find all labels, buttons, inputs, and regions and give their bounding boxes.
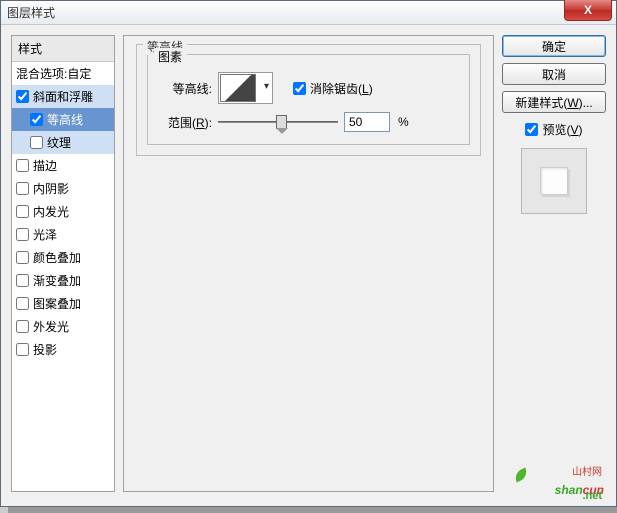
sidebar-item-0[interactable]: 斜面和浮雕 bbox=[12, 85, 114, 108]
sidebar-item-11[interactable]: 投影 bbox=[12, 338, 114, 361]
cancel-button[interactable]: 取消 bbox=[502, 63, 606, 85]
sidebar-item-10[interactable]: 外发光 bbox=[12, 315, 114, 338]
sidebar-item-label: 描边 bbox=[33, 157, 57, 174]
contour-group: 等高线 图素 等高线: 消除锯齿(L) bbox=[136, 44, 481, 156]
sidebar-header[interactable]: 样式 bbox=[12, 36, 114, 62]
sidebar-item-label: 内阴影 bbox=[33, 180, 69, 197]
sidebar-item-label: 混合选项:自定 bbox=[16, 65, 91, 82]
dialog-body: 样式 混合选项:自定 斜面和浮雕等高线纹理描边内阴影内发光光泽颜色叠加渐变叠加图… bbox=[1, 25, 616, 506]
sidebar-item-label: 光泽 bbox=[33, 226, 57, 243]
sidebar-item-label: 外发光 bbox=[33, 318, 69, 335]
sidebar-checkbox[interactable] bbox=[16, 274, 29, 287]
right-column: 确定 取消 新建样式(W)... 预览(V) bbox=[502, 35, 606, 492]
range-unit: % bbox=[398, 115, 409, 129]
sidebar-item-7[interactable]: 颜色叠加 bbox=[12, 246, 114, 269]
layer-style-dialog: 图层样式 X 样式 混合选项:自定 斜面和浮雕等高线纹理描边内阴影内发光光泽颜色… bbox=[0, 0, 617, 507]
contour-thumb-icon bbox=[220, 74, 256, 102]
sidebar-checkbox[interactable] bbox=[16, 90, 29, 103]
close-button[interactable]: X bbox=[564, 0, 612, 21]
new-style-button[interactable]: 新建样式(W)... bbox=[502, 91, 606, 113]
sidebar-item-6[interactable]: 光泽 bbox=[12, 223, 114, 246]
window-title: 图层样式 bbox=[7, 4, 55, 21]
sidebar-checkbox[interactable] bbox=[16, 182, 29, 195]
sidebar-item-1[interactable]: 等高线 bbox=[12, 108, 114, 131]
sidebar-item-label: 等高线 bbox=[47, 111, 83, 128]
sidebar-item-blend-options[interactable]: 混合选项:自定 bbox=[12, 62, 114, 85]
sidebar-checkbox[interactable] bbox=[16, 159, 29, 172]
antialias-checkbox[interactable]: 消除锯齿(L) bbox=[293, 80, 373, 97]
sidebar-item-8[interactable]: 渐变叠加 bbox=[12, 269, 114, 292]
close-icon: X bbox=[584, 3, 592, 17]
sidebar-item-label: 渐变叠加 bbox=[33, 272, 81, 289]
range-input[interactable] bbox=[344, 112, 390, 132]
antialias-input[interactable] bbox=[293, 82, 306, 95]
sidebar-item-9[interactable]: 图案叠加 bbox=[12, 292, 114, 315]
sidebar-item-label: 纹理 bbox=[47, 134, 71, 151]
elements-group: 图素 等高线: 消除锯齿(L) bbox=[147, 54, 470, 145]
sidebar-checkbox[interactable] bbox=[16, 320, 29, 333]
range-row: 范围(R): % bbox=[158, 112, 459, 132]
watermark-sub: 山村网 bbox=[572, 463, 602, 478]
slider-thumb[interactable] bbox=[276, 115, 287, 129]
contour-row: 等高线: 消除锯齿(L) bbox=[158, 72, 459, 104]
titlebar[interactable]: 图层样式 X bbox=[1, 1, 616, 25]
sidebar-item-2[interactable]: 纹理 bbox=[12, 131, 114, 154]
preview-input[interactable] bbox=[525, 123, 538, 136]
sidebar-checkbox[interactable] bbox=[16, 251, 29, 264]
sidebar-checkbox[interactable] bbox=[30, 113, 43, 126]
sidebar-checkbox[interactable] bbox=[16, 343, 29, 356]
main-panel: 等高线 图素 等高线: 消除锯齿(L) bbox=[123, 35, 494, 492]
range-label: 范围(R): bbox=[158, 114, 212, 131]
sidebar-checkbox[interactable] bbox=[30, 136, 43, 149]
preview-label: 预览(V) bbox=[542, 121, 582, 138]
sidebar-item-3[interactable]: 描边 bbox=[12, 154, 114, 177]
sidebar-item-5[interactable]: 内发光 bbox=[12, 200, 114, 223]
preview-swatch bbox=[521, 148, 587, 214]
contour-picker[interactable] bbox=[218, 72, 273, 104]
sidebar-item-label: 投影 bbox=[33, 341, 57, 358]
contour-label: 等高线: bbox=[158, 80, 212, 97]
range-slider[interactable] bbox=[218, 114, 338, 130]
sidebar-item-label: 颜色叠加 bbox=[33, 249, 81, 266]
preview-checkbox[interactable]: 预览(V) bbox=[502, 121, 606, 138]
antialias-label: 消除锯齿(L) bbox=[310, 80, 373, 97]
sidebar-item-label: 斜面和浮雕 bbox=[33, 88, 93, 105]
sidebar-item-label: 内发光 bbox=[33, 203, 69, 220]
preview-inner bbox=[540, 167, 568, 195]
sidebar-checkbox[interactable] bbox=[16, 205, 29, 218]
elements-legend: 图素 bbox=[154, 48, 186, 65]
sidebar-item-label: 图案叠加 bbox=[33, 295, 81, 312]
sidebar-item-4[interactable]: 内阴影 bbox=[12, 177, 114, 200]
sidebar-checkbox[interactable] bbox=[16, 297, 29, 310]
ok-button[interactable]: 确定 bbox=[502, 35, 606, 57]
styles-sidebar: 样式 混合选项:自定 斜面和浮雕等高线纹理描边内阴影内发光光泽颜色叠加渐变叠加图… bbox=[11, 35, 115, 492]
sidebar-checkbox[interactable] bbox=[16, 228, 29, 241]
